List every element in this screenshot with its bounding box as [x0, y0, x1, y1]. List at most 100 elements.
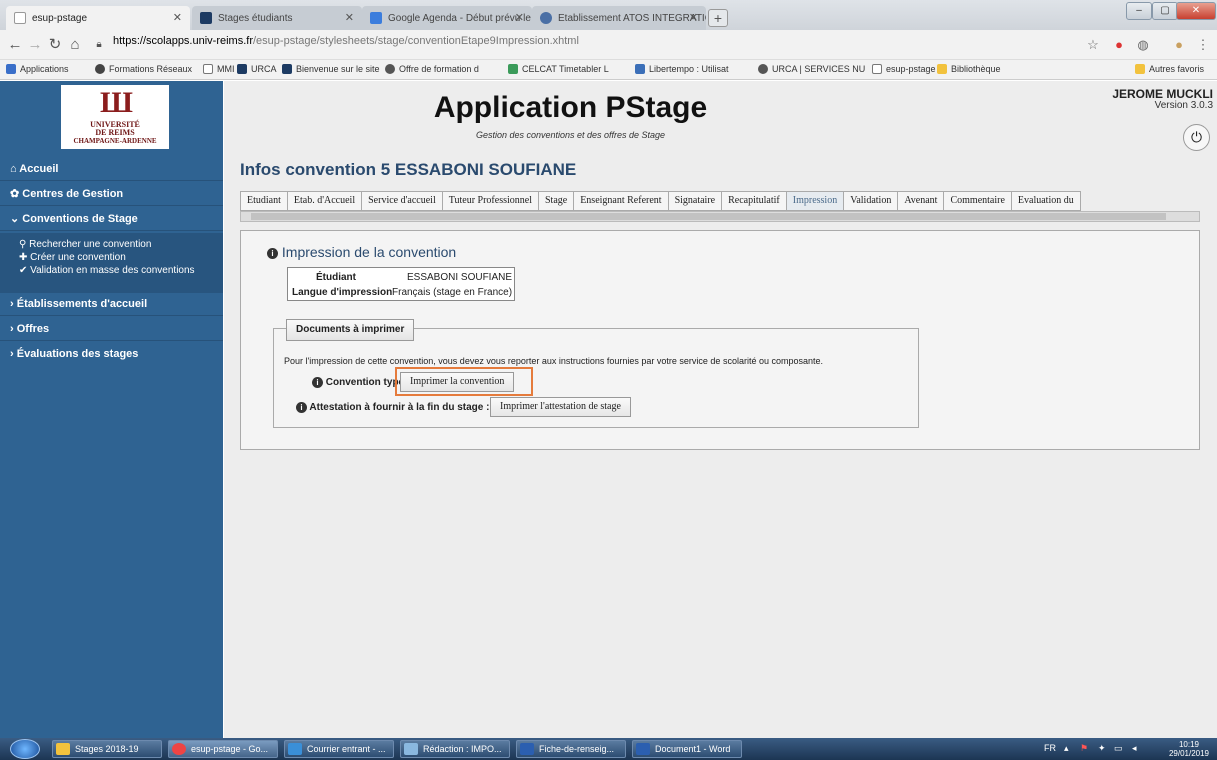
sidebar-item-conventions[interactable]: ⌄ Conventions de Stage: [0, 207, 223, 231]
dropbox-icon[interactable]: ✦: [1098, 743, 1106, 754]
tab-evaluation[interactable]: Evaluation du: [1010, 191, 1081, 211]
reload-icon[interactable]: ↻: [46, 36, 64, 54]
taskbar-item[interactable]: Document1 - Word: [632, 740, 742, 758]
taskbar-item[interactable]: esup-pstage - Go...: [168, 740, 278, 758]
bookmark-item[interactable]: Bienvenue sur le site: [282, 64, 380, 74]
bookmark-item[interactable]: MMI: [203, 64, 235, 74]
student-label: Étudiant: [316, 272, 356, 283]
menu-icon[interactable]: ⋮: [1194, 36, 1212, 54]
network-icon[interactable]: ▭: [1114, 743, 1123, 754]
maximize-button[interactable]: ▢: [1152, 2, 1178, 20]
sidebar-item-centres[interactable]: ✿ Centres de Gestion: [0, 182, 223, 206]
address-bar[interactable]: https://scolapps.univ-reims.fr/esup-psta…: [113, 35, 579, 47]
user-name: JEROME MUCKLI: [1112, 87, 1213, 101]
attestation-label: i Attestation à fournir à la fin du stag…: [296, 402, 489, 413]
close-tab-icon[interactable]: ✕: [515, 11, 524, 24]
forward-arrow-icon[interactable]: →: [26, 36, 44, 54]
tab-tuteur[interactable]: Tuteur Professionnel: [441, 191, 538, 211]
home-icon: ⌂: [10, 163, 20, 175]
tab-esup-pstage[interactable]: esup-pstage ✕: [6, 6, 190, 30]
other-bookmarks[interactable]: Autres favoris: [1135, 64, 1204, 74]
bookmark-item[interactable]: CELCAT Timetabler L: [508, 64, 609, 74]
sidebar-subitem-rechercher[interactable]: ⚲ Rechercher une convention: [0, 238, 223, 251]
tab-signataire[interactable]: Signataire: [667, 191, 722, 211]
tab-impression[interactable]: Impression: [785, 191, 844, 211]
extension-icon[interactable]: ◍: [1134, 36, 1152, 54]
tab-validation[interactable]: Validation: [843, 191, 898, 211]
taskbar-item[interactable]: Rédaction : IMPO...: [400, 740, 510, 758]
tab-google-agenda[interactable]: Google Agenda - Début prévu le ✕: [362, 6, 532, 30]
taskbar-item[interactable]: Stages 2018-19: [52, 740, 162, 758]
close-tab-icon[interactable]: ✕: [345, 11, 354, 24]
print-convention-button[interactable]: Imprimer la convention: [400, 372, 515, 392]
site-icon: [508, 64, 518, 74]
back-arrow-icon[interactable]: ←: [6, 36, 24, 54]
folder-icon: [56, 743, 70, 755]
sidebar-item-accueil[interactable]: ⌂ Accueil: [0, 157, 223, 181]
tabs-scrollbar[interactable]: [240, 211, 1200, 222]
home-icon[interactable]: ⌂: [66, 36, 84, 54]
volume-icon[interactable]: ◂: [1132, 743, 1137, 754]
sidebar-subitem-creer[interactable]: ✚ Créer une convention: [0, 251, 223, 264]
tab-etudiant[interactable]: Etudiant: [240, 191, 287, 211]
sidebar-item-etablissements[interactable]: › Établissements d'accueil: [0, 292, 223, 316]
close-tab-icon[interactable]: ✕: [173, 11, 182, 24]
bookmarks-bar: Applications Formations Réseaux MMI URCA…: [0, 60, 1217, 80]
bookmark-item[interactable]: Bibliothèque: [937, 64, 1001, 74]
sidebar-item-offres[interactable]: › Offres: [0, 317, 223, 341]
logout-power-icon[interactable]: ⏻: [1183, 124, 1210, 151]
minimize-button[interactable]: –: [1126, 2, 1152, 20]
tab-stage[interactable]: Stage: [537, 191, 574, 211]
tab-atos[interactable]: Etablissement ATOS INTEGRATIC ✕: [532, 6, 706, 30]
word-icon: [636, 743, 650, 755]
convention-type-label: i Convention type: [312, 377, 404, 388]
bookmark-item[interactable]: URCA: [237, 64, 277, 74]
page-icon: [203, 64, 213, 74]
adblock-icon[interactable]: ●: [1110, 36, 1128, 54]
sidebar-item-evaluations[interactable]: › Évaluations des stages: [0, 342, 223, 366]
bookmark-item[interactable]: esup-pstage: [872, 64, 936, 74]
folder-icon: [1135, 64, 1145, 74]
site-icon: [95, 64, 105, 74]
app-subtitle: Gestion des conventions et des offres de…: [475, 130, 666, 140]
tab-etab-accueil[interactable]: Etab. d'Accueil: [286, 191, 362, 211]
bookmark-item[interactable]: Offre de formation d: [385, 64, 479, 74]
bookmark-item[interactable]: Applications: [6, 64, 69, 74]
flag-icon[interactable]: ⚑: [1080, 743, 1088, 754]
site-icon: [385, 64, 395, 74]
print-attestation-button[interactable]: Imprimer l'attestation de stage: [490, 397, 631, 417]
tab-enseignant[interactable]: Enseignant Referent: [573, 191, 668, 211]
university-logo[interactable]: Ш UNIVERSITÉ DE REIMS CHAMPAGNE-ARDENNE: [61, 85, 169, 149]
new-tab-button[interactable]: +: [708, 9, 728, 27]
documents-toggle-button[interactable]: Documents à imprimer: [286, 319, 415, 341]
bookmark-item[interactable]: Libertempo : Utilisat: [635, 64, 729, 74]
close-tab-icon[interactable]: ✕: [689, 11, 698, 24]
chevron-right-icon: ›: [10, 298, 17, 310]
taskbar-item[interactable]: Fiche-de-renseig...: [516, 740, 626, 758]
tab-commentaire[interactable]: Commentaire: [943, 191, 1011, 211]
tab-service-accueil[interactable]: Service d'accueil: [361, 191, 442, 211]
tray-arrow-icon[interactable]: ▴: [1064, 743, 1069, 754]
site-icon: [635, 64, 645, 74]
close-window-button[interactable]: ✕: [1176, 2, 1216, 20]
bookmark-item[interactable]: Formations Réseaux: [95, 64, 192, 74]
tab-title: Etablissement ATOS INTEGRATIC: [558, 12, 706, 24]
taskbar-item[interactable]: Courrier entrant - ...: [284, 740, 394, 758]
logo-text: DE REIMS: [95, 128, 135, 137]
main-content: Application PStage Gestion des conventio…: [224, 81, 1217, 738]
tab-recapitulatif[interactable]: Recapitulatif: [721, 191, 786, 211]
lang-value: Français (stage en France): [392, 287, 513, 298]
avatar[interactable]: ●: [1170, 36, 1188, 54]
plus-icon: ✚: [19, 252, 31, 263]
tab-avenant[interactable]: Avenant: [897, 191, 944, 211]
bookmark-item[interactable]: URCA | SERVICES NU: [758, 64, 865, 74]
tab-stages[interactable]: Stages étudiants ✕: [192, 6, 362, 30]
folder-icon: [937, 64, 947, 74]
system-clock[interactable]: 10:19 29/01/2019: [1169, 740, 1209, 758]
scrollbar-thumb[interactable]: [251, 213, 1166, 220]
start-button[interactable]: [10, 739, 40, 759]
star-icon[interactable]: ☆: [1084, 36, 1102, 54]
language-indicator[interactable]: FR: [1044, 743, 1056, 753]
logo-mark: Ш: [100, 86, 133, 119]
sidebar-subitem-validation[interactable]: ✔ Validation en masse des conventions: [0, 264, 223, 277]
